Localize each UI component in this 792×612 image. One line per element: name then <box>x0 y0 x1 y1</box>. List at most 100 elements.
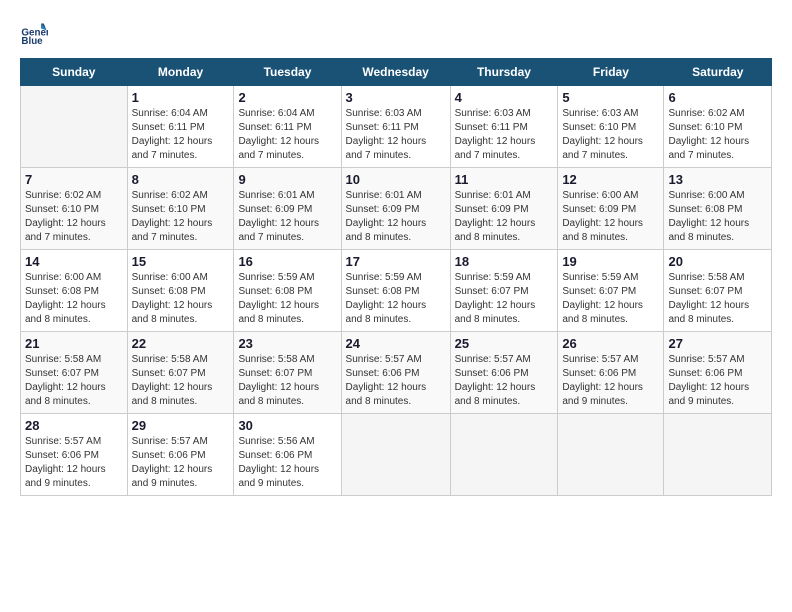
calendar-header-row: SundayMondayTuesdayWednesdayThursdayFrid… <box>21 59 772 86</box>
calendar-cell: 7Sunrise: 6:02 AM Sunset: 6:10 PM Daylig… <box>21 168 128 250</box>
day-info: Sunrise: 5:59 AM Sunset: 6:08 PM Dayligh… <box>346 271 446 327</box>
day-info: Sunrise: 6:01 AM Sunset: 6:09 PM Dayligh… <box>238 189 336 245</box>
day-info: Sunrise: 6:04 AM Sunset: 6:11 PM Dayligh… <box>238 107 336 163</box>
day-info: Sunrise: 5:57 AM Sunset: 6:06 PM Dayligh… <box>455 353 554 409</box>
day-number: 13 <box>668 172 767 187</box>
calendar-cell <box>21 86 128 168</box>
calendar-cell: 2 Sunrise: 6:04 AM Sunset: 6:11 PM Daylig… <box>234 86 341 168</box>
day-number: 18 <box>455 254 554 269</box>
day-number: 14 <box>25 254 123 269</box>
day-info: Sunrise: 5:59 AM Sunset: 6:07 PM Dayligh… <box>455 271 554 327</box>
day-header-friday: Friday <box>558 59 664 86</box>
day-number: 21 <box>25 336 123 351</box>
day-number: 5 <box>562 90 659 105</box>
day-info: Sunrise: 5:57 AM Sunset: 6:06 PM Dayligh… <box>132 435 230 491</box>
day-info: Sunrise: 6:03 AM Sunset: 6:10 PM Dayligh… <box>562 107 659 163</box>
calendar-body: 1 Sunrise: 6:04 AM Sunset: 6:11 PM Daylig… <box>21 86 772 496</box>
calendar-cell: 3 Sunrise: 6:03 AM Sunset: 6:11 PM Daylig… <box>341 86 450 168</box>
day-number: 29 <box>132 418 230 433</box>
day-info: Sunrise: 6:01 AM Sunset: 6:09 PM Dayligh… <box>455 189 554 245</box>
calendar-cell: 16 Sunrise: 5:59 AM Sunset: 6:08 PM Dayli… <box>234 250 341 332</box>
logo-icon: General Blue <box>20 20 48 48</box>
calendar-cell: 27Sunrise: 5:57 AM Sunset: 6:06 PM Dayli… <box>664 332 772 414</box>
calendar-week-2: 7 Sunrise: 6:02 AM Sunset: 6:10 PM Daylig… <box>21 168 772 250</box>
calendar-cell: 26 Sunrise: 5:57 AM Sunset: 6:06 PM Dayli… <box>558 332 664 414</box>
day-info: Sunrise: 5:57 AM Sunset: 6:06 PM Dayligh… <box>25 435 123 491</box>
calendar-cell <box>450 414 558 496</box>
day-number: 4 <box>455 90 554 105</box>
day-number: 23 <box>238 336 336 351</box>
day-header-thursday: Thursday <box>450 59 558 86</box>
calendar-cell: 17 Sunrise: 5:59 AM Sunset: 6:08 PM Dayli… <box>341 250 450 332</box>
calendar-cell: 14 Sunrise: 6:00 AM Sunset: 6:08 PM Dayli… <box>21 250 128 332</box>
day-number: 8 <box>132 172 230 187</box>
day-info: Sunrise: 5:59 AM Sunset: 6:07 PM Dayligh… <box>562 271 659 327</box>
day-number: 20 <box>668 254 767 269</box>
day-number: 30 <box>238 418 336 433</box>
calendar-cell: 22 Sunrise: 5:58 AM Sunset: 6:07 PM Dayli… <box>127 332 234 414</box>
day-number: 28 <box>25 418 123 433</box>
day-info: Sunrise: 5:59 AM Sunset: 6:08 PM Dayligh… <box>238 271 336 327</box>
day-number: 11 <box>455 172 554 187</box>
calendar-cell: 9 Sunrise: 6:01 AM Sunset: 6:09 PM Daylig… <box>234 168 341 250</box>
day-info: Sunrise: 6:00 AM Sunset: 6:09 PM Dayligh… <box>562 189 659 245</box>
calendar-cell <box>341 414 450 496</box>
day-info: Sunrise: 6:01 AM Sunset: 6:09 PM Dayligh… <box>346 189 446 245</box>
page-header: General Blue <box>20 20 772 48</box>
calendar-cell <box>558 414 664 496</box>
calendar-cell: 20 Sunrise: 5:58 AM Sunset: 6:07 PM Dayli… <box>664 250 772 332</box>
calendar-cell: 6Sunrise: 6:02 AM Sunset: 6:10 PM Daylig… <box>664 86 772 168</box>
day-number: 9 <box>238 172 336 187</box>
svg-text:Blue: Blue <box>21 36 43 47</box>
day-number: 1 <box>132 90 230 105</box>
calendar-week-1: 1 Sunrise: 6:04 AM Sunset: 6:11 PM Daylig… <box>21 86 772 168</box>
day-info: Sunrise: 5:58 AM Sunset: 6:07 PM Dayligh… <box>668 271 767 327</box>
day-info: Sunrise: 5:58 AM Sunset: 6:07 PM Dayligh… <box>238 353 336 409</box>
day-info: Sunrise: 6:00 AM Sunset: 6:08 PM Dayligh… <box>25 271 123 327</box>
day-header-monday: Monday <box>127 59 234 86</box>
day-info: Sunrise: 5:57 AM Sunset: 6:06 PM Dayligh… <box>562 353 659 409</box>
calendar-cell: 23 Sunrise: 5:58 AM Sunset: 6:07 PM Dayli… <box>234 332 341 414</box>
day-info: Sunrise: 6:00 AM Sunset: 6:08 PM Dayligh… <box>132 271 230 327</box>
calendar-cell: 8 Sunrise: 6:02 AM Sunset: 6:10 PM Daylig… <box>127 168 234 250</box>
calendar-cell: 30 Sunrise: 5:56 AM Sunset: 6:06 PM Dayli… <box>234 414 341 496</box>
calendar-cell: 19 Sunrise: 5:59 AM Sunset: 6:07 PM Dayli… <box>558 250 664 332</box>
calendar-week-5: 28 Sunrise: 5:57 AM Sunset: 6:06 PM Dayli… <box>21 414 772 496</box>
calendar-week-3: 14 Sunrise: 6:00 AM Sunset: 6:08 PM Dayli… <box>21 250 772 332</box>
calendar-cell: 25 Sunrise: 5:57 AM Sunset: 6:06 PM Dayli… <box>450 332 558 414</box>
day-info: Sunrise: 5:57 AM Sunset: 6:06 PM Dayligh… <box>668 353 767 409</box>
logo: General Blue <box>20 20 52 48</box>
day-number: 16 <box>238 254 336 269</box>
day-info: Sunrise: 5:58 AM Sunset: 6:07 PM Dayligh… <box>25 353 123 409</box>
day-info: Sunrise: 6:03 AM Sunset: 6:11 PM Dayligh… <box>346 107 446 163</box>
day-number: 19 <box>562 254 659 269</box>
calendar-cell: 29 Sunrise: 5:57 AM Sunset: 6:06 PM Dayli… <box>127 414 234 496</box>
day-number: 2 <box>238 90 336 105</box>
calendar-table: SundayMondayTuesdayWednesdayThursdayFrid… <box>20 58 772 496</box>
day-info: Sunrise: 5:57 AM Sunset: 6:06 PM Dayligh… <box>346 353 446 409</box>
day-info: Sunrise: 6:00 AM Sunset: 6:08 PM Dayligh… <box>668 189 767 245</box>
day-header-wednesday: Wednesday <box>341 59 450 86</box>
day-number: 22 <box>132 336 230 351</box>
calendar-cell: 10 Sunrise: 6:01 AM Sunset: 6:09 PM Dayli… <box>341 168 450 250</box>
day-number: 26 <box>562 336 659 351</box>
day-header-sunday: Sunday <box>21 59 128 86</box>
calendar-cell: 18 Sunrise: 5:59 AM Sunset: 6:07 PM Dayli… <box>450 250 558 332</box>
calendar-cell: 24Sunrise: 5:57 AM Sunset: 6:06 PM Dayli… <box>341 332 450 414</box>
calendar-cell: 11 Sunrise: 6:01 AM Sunset: 6:09 PM Dayli… <box>450 168 558 250</box>
day-info: Sunrise: 6:03 AM Sunset: 6:11 PM Dayligh… <box>455 107 554 163</box>
day-number: 17 <box>346 254 446 269</box>
calendar-cell <box>664 414 772 496</box>
day-number: 10 <box>346 172 446 187</box>
day-number: 3 <box>346 90 446 105</box>
calendar-cell: 1 Sunrise: 6:04 AM Sunset: 6:11 PM Daylig… <box>127 86 234 168</box>
day-info: Sunrise: 6:02 AM Sunset: 6:10 PM Dayligh… <box>668 107 767 163</box>
day-info: Sunrise: 5:56 AM Sunset: 6:06 PM Dayligh… <box>238 435 336 491</box>
day-info: Sunrise: 6:02 AM Sunset: 6:10 PM Dayligh… <box>132 189 230 245</box>
day-number: 7 <box>25 172 123 187</box>
day-info: Sunrise: 6:04 AM Sunset: 6:11 PM Dayligh… <box>132 107 230 163</box>
calendar-cell: 5 Sunrise: 6:03 AM Sunset: 6:10 PM Daylig… <box>558 86 664 168</box>
day-number: 25 <box>455 336 554 351</box>
day-info: Sunrise: 5:58 AM Sunset: 6:07 PM Dayligh… <box>132 353 230 409</box>
calendar-cell: 28 Sunrise: 5:57 AM Sunset: 6:06 PM Dayli… <box>21 414 128 496</box>
